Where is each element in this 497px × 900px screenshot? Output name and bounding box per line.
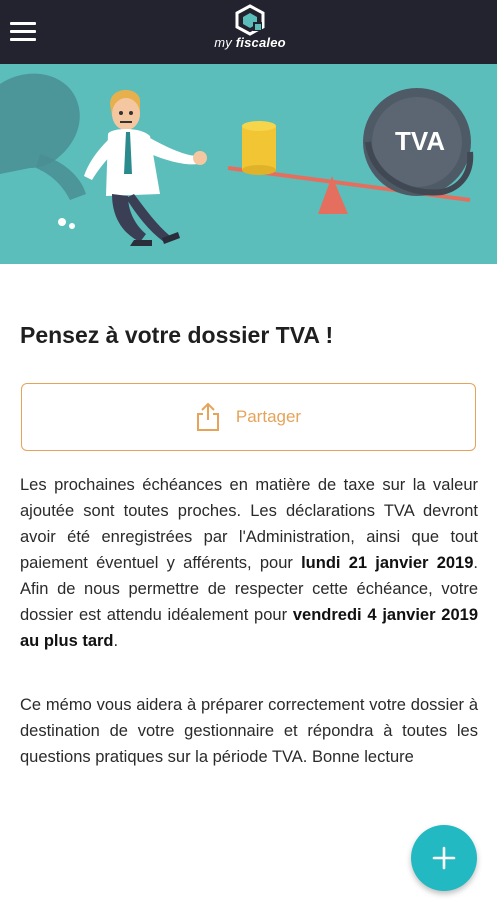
gold-coin-stack: [242, 121, 276, 175]
p1-text-e: .: [113, 632, 119, 650]
hamburger-menu-icon[interactable]: [10, 22, 36, 42]
add-fab-button[interactable]: [411, 825, 477, 891]
hero-illustration: TVA: [0, 64, 497, 264]
article-paragraph-1: Les prochaines échéances en matière de t…: [20, 472, 478, 654]
top-app-bar: my fiscaleo: [0, 0, 497, 64]
article-title: Pensez à votre dossier TVA !: [20, 322, 334, 348]
logo-mark-icon: [235, 4, 265, 36]
logo-text-brand: fiscaleo: [235, 35, 286, 50]
tva-illustration: TVA: [0, 73, 474, 246]
share-button[interactable]: Partager: [21, 383, 476, 451]
plus-icon: [432, 846, 456, 870]
share-icon: [196, 402, 219, 431]
article-paragraph-2: Ce mémo vous aidera à préparer correctem…: [20, 696, 478, 766]
app-logo: my fiscaleo: [200, 4, 300, 60]
tva-coin-label: TVA: [395, 126, 445, 156]
tva-coin: TVA: [363, 88, 474, 196]
running-man-figure: [84, 89, 207, 246]
share-button-label: Partager: [235, 407, 302, 426]
logo-text-prefix: my: [214, 35, 232, 50]
p1-date-deadline: lundi 21 janvier 2019: [301, 554, 474, 572]
motion-dot: [58, 218, 66, 226]
